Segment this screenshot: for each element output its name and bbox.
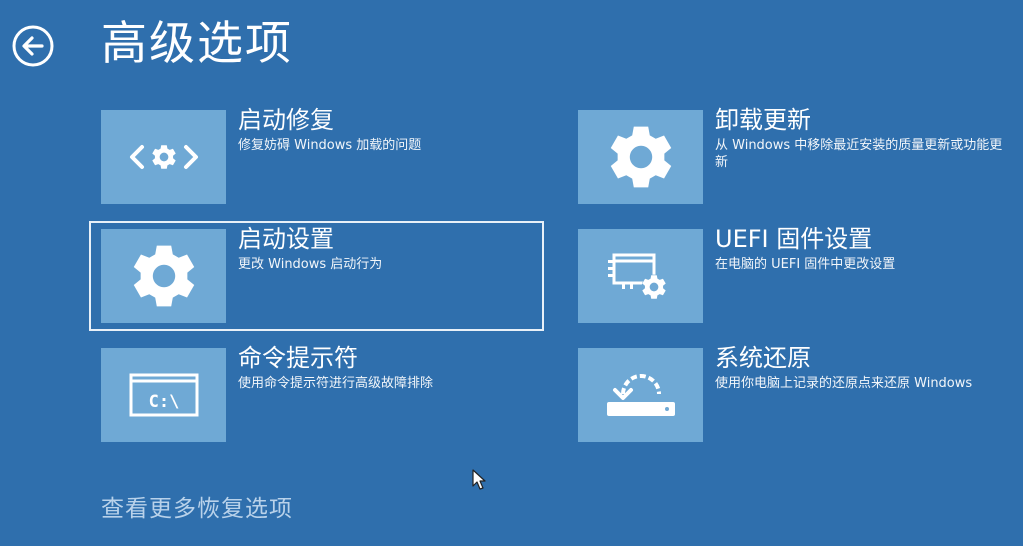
option-description: 从 Windows 中移除最近安装的质量更新或功能更新 — [715, 138, 1003, 170]
option-command-prompt[interactable]: C:\ 命令提示符 使用命令提示符进行高级故障排除 — [101, 344, 548, 444]
option-title: 启动修复 — [238, 106, 334, 134]
option-system-restore[interactable]: 系统还原 使用你电脑上记录的还原点来还原 Windows — [578, 344, 1023, 444]
option-title: 启动设置 — [238, 225, 334, 253]
option-description: 使用你电脑上记录的还原点来还原 Windows — [715, 376, 973, 391]
system-restore-icon — [606, 374, 675, 416]
option-uefi-firmware-settings[interactable]: UEFI 固件设置 在电脑的 UEFI 固件中更改设置 — [578, 225, 1023, 325]
option-title: UEFI 固件设置 — [715, 225, 873, 253]
option-tile — [578, 229, 703, 323]
option-description: 更改 Windows 启动行为 — [238, 257, 383, 272]
gear-icon — [133, 245, 194, 307]
option-description: 使用命令提示符进行高级故障排除 — [238, 376, 434, 391]
option-tile — [101, 110, 226, 204]
option-title: 命令提示符 — [238, 344, 358, 372]
firmware-settings-icon — [607, 253, 666, 300]
mouse-pointer-icon — [472, 469, 486, 490]
more-recovery-options-link[interactable]: 查看更多恢复选项 — [101, 493, 293, 525]
option-description: 修复妨碍 Windows 加载的问题 — [238, 138, 422, 153]
gear-icon — [610, 126, 671, 188]
option-description: 在电脑的 UEFI 固件中更改设置 — [715, 257, 896, 272]
command-prompt-glyph: C:\ — [148, 392, 179, 412]
option-tile — [101, 229, 226, 323]
option-tile — [578, 348, 703, 442]
option-tile — [578, 110, 703, 204]
back-button[interactable] — [12, 25, 54, 67]
option-startup-settings[interactable]: 启动设置 更改 Windows 启动行为 — [89, 221, 548, 331]
option-title: 系统还原 — [715, 344, 811, 372]
option-uninstall-updates[interactable]: 卸载更新 从 Windows 中移除最近安装的质量更新或功能更新 — [578, 106, 1023, 206]
startup-repair-icon — [129, 145, 198, 169]
back-arrow-icon — [12, 25, 54, 67]
option-title: 卸载更新 — [715, 106, 811, 134]
option-startup-repair[interactable]: 启动修复 修复妨碍 Windows 加载的问题 — [101, 106, 548, 206]
command-prompt-icon: C:\ — [129, 373, 198, 417]
page-title: 高级选项 — [101, 16, 293, 70]
option-tile: C:\ — [101, 348, 226, 442]
